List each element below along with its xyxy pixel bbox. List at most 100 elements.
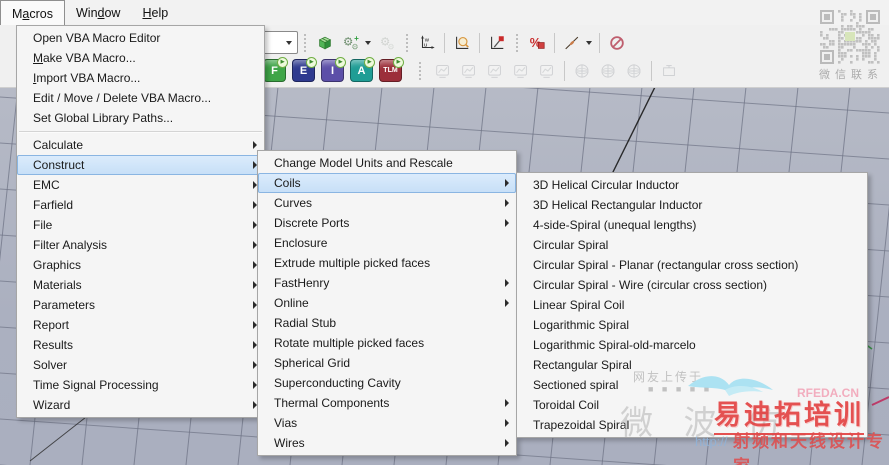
menu-item-construct[interactable]: Construct [17,155,264,175]
menu-item-time-signal-processing[interactable]: Time Signal Processing [17,375,264,395]
label: Logarithmic Spiral [533,318,630,332]
solver-button-tlm[interactable]: TLM ▶ [379,57,404,82]
menu-item-3d-helical-rectangular-inductor[interactable]: 3D Helical Rectangular Inductor [517,195,867,215]
menu-item-open-vba-macro-editor[interactable]: Open VBA Macro Editor [17,28,264,48]
play-badge-icon: ▶ [306,57,317,68]
menu-item-enclosure[interactable]: Enclosure [258,233,516,253]
menu-item-curves[interactable]: Curves [258,193,516,213]
menu-item-spherical-grid[interactable]: Spherical Grid [258,353,516,373]
percent-icon: % [530,36,545,50]
label: Construct [33,158,85,172]
menubar-item-macros[interactable]: Macros [0,0,65,25]
menu-item-discrete-ports[interactable]: Discrete Ports [258,213,516,233]
label: Trapezoidal Spiral [533,418,630,432]
menu-item-set-global-library-paths[interactable]: Set Global Library Paths... [17,108,264,128]
toolbar-separator [651,60,652,81]
menu-item-vias[interactable]: Vias [258,413,516,433]
menu-item-online[interactable]: Online [258,293,516,313]
toolbar-drag-handle[interactable] [418,60,422,81]
label: Circular Spiral - Planar (rectangular cr… [533,258,799,272]
menu-item-logarithmic-spiral[interactable]: Logarithmic Spiral [517,315,867,335]
menu-item-materials[interactable]: Materials [17,275,264,295]
gears-icon: ⚙⚙+ [343,34,359,51]
menu-item-superconducting-cavity[interactable]: Superconducting Cavity [258,373,516,393]
toolbar-button-plot-zoom-icon[interactable] [450,32,474,54]
menu-item-rectangular-spiral[interactable]: Rectangular Spiral [517,355,867,375]
label: Vias [274,416,298,430]
submenu-arrow-icon [505,439,509,447]
toolbar-drag-handle[interactable] [303,32,307,53]
label: Toroidal Coil [533,398,600,412]
menu-item-circular-spiral-planar-rectangular-cross-section[interactable]: Circular Spiral - Planar (rectangular cr… [517,255,867,275]
solver-button-f[interactable]: F ▶ [263,57,288,82]
label: Open VBA Macro Editor [33,31,161,45]
toolbar-separator [444,32,445,53]
menu-item-wires[interactable]: Wires [258,433,516,453]
toolbar-drag-handle[interactable] [405,32,409,53]
menu-item-make-vba-macro[interactable]: Make VBA Macro... [17,48,264,68]
solver-button-e[interactable]: E ▶ [292,57,317,82]
menu-item-report[interactable]: Report [17,315,264,335]
construct-submenu: Change Model Units and Rescale Coils Curve… [257,150,517,456]
label: Radial Stub [274,316,337,330]
toolbar-button-cancel-icon[interactable] [605,32,629,54]
play-badge-icon: ▶ [364,57,375,68]
menu-item-4-side-spiral-unequal-lengths[interactable]: 4-side-Spiral (unequal lengths) [517,215,867,235]
menu-item-thermal-components[interactable]: Thermal Components [258,393,516,413]
solver-button-i[interactable]: I ▶ [321,57,346,82]
menu-item-file[interactable]: File [17,215,264,235]
menubar-item-window[interactable]: Window [65,0,131,25]
play-badge-icon: ▶ [277,57,288,68]
toolbar-button-gears-icon[interactable]: ⚙ ⚙ + [339,32,363,54]
menu-item-graphics[interactable]: Graphics [17,255,264,275]
menu-item-coils[interactable]: Coils [258,173,516,193]
toolbar-separator [479,32,480,53]
toolbar-drag-handle[interactable] [515,32,519,53]
menu-item-trapezoidal-spiral[interactable]: Trapezoidal Spiral [517,415,867,435]
menu-item-emc[interactable]: EMC [17,175,264,195]
label: 3D Helical Circular Inductor [533,178,680,192]
menu-item-filter-analysis[interactable]: Filter Analysis [17,235,264,255]
label: Edit / Move / Delete VBA Macro... [33,91,212,105]
label: Rotate multiple picked faces [274,336,425,350]
toolbar-button-plot-edit-icon[interactable] [485,32,509,54]
toolbar-button-percent-icon[interactable]: % [525,32,549,54]
menu-item-change-model-units-and-rescale[interactable]: Change Model Units and Rescale [258,153,516,173]
menu-item-3d-helical-circular-inductor[interactable]: 3D Helical Circular Inductor [517,175,867,195]
menu-item-calculate[interactable]: Calculate [17,135,264,155]
menu-item-results[interactable]: Results [17,335,264,355]
chevron-down-icon[interactable] [365,40,371,45]
menu-item-circular-spiral[interactable]: Circular Spiral [517,235,867,255]
menu-item-fasthenry[interactable]: FastHenry [258,273,516,293]
svg-text:+: + [354,34,359,43]
menu-item-import-vba-macro[interactable]: Import VBA Macro... [17,68,264,88]
menu-item-farfield[interactable]: Farfield [17,195,264,215]
menu-item-logarithmic-spiral-old-marcelo[interactable]: Logarithmic Spiral-old-marcelo [517,335,867,355]
label: Wires [274,436,305,450]
menu-item-edit-move-delete-vba-macro[interactable]: Edit / Move / Delete VBA Macro... [17,88,264,108]
menubar-item-help[interactable]: Help [131,0,179,25]
menu-item-extrude-multiple-picked-faces[interactable]: Extrude multiple picked faces [258,253,516,273]
svg-text:u: u [424,42,427,48]
solver-button-a[interactable]: A ▶ [350,57,375,82]
play-badge-icon: ▶ [393,57,404,68]
menu-item-rotate-multiple-picked-faces[interactable]: Rotate multiple picked faces [258,333,516,353]
submenu-arrow-icon [505,399,509,407]
menu-item-circular-spiral-wire-circular-cross-section[interactable]: Circular Spiral - Wire (circular cross s… [517,275,867,295]
menu-item-radial-stub[interactable]: Radial Stub [258,313,516,333]
submenu-arrow-icon [505,199,509,207]
menu-item-wizard[interactable]: Wizard [17,395,264,415]
toolbar-button-plot-template-icon[interactable]: wu [415,32,439,54]
menu-item-parameters[interactable]: Parameters [17,295,264,315]
label: Import VBA Macro... [33,71,141,85]
menu-item-solver[interactable]: Solver [17,355,264,375]
menu-item-linear-spiral-coil[interactable]: Linear Spiral Coil [517,295,867,315]
toolbar-button-probe-icon[interactable] [560,32,584,54]
probe-icon [565,36,579,49]
label: Rectangular Spiral [533,358,632,372]
play-badge-icon: ▶ [335,57,346,68]
menu-item-sectioned-spiral[interactable]: Sectioned spiral [517,375,867,395]
toolbar-button-cube-icon[interactable] [313,32,337,54]
chevron-down-icon[interactable] [586,40,592,45]
menu-item-toroidal-coil[interactable]: Toroidal Coil [517,395,867,415]
